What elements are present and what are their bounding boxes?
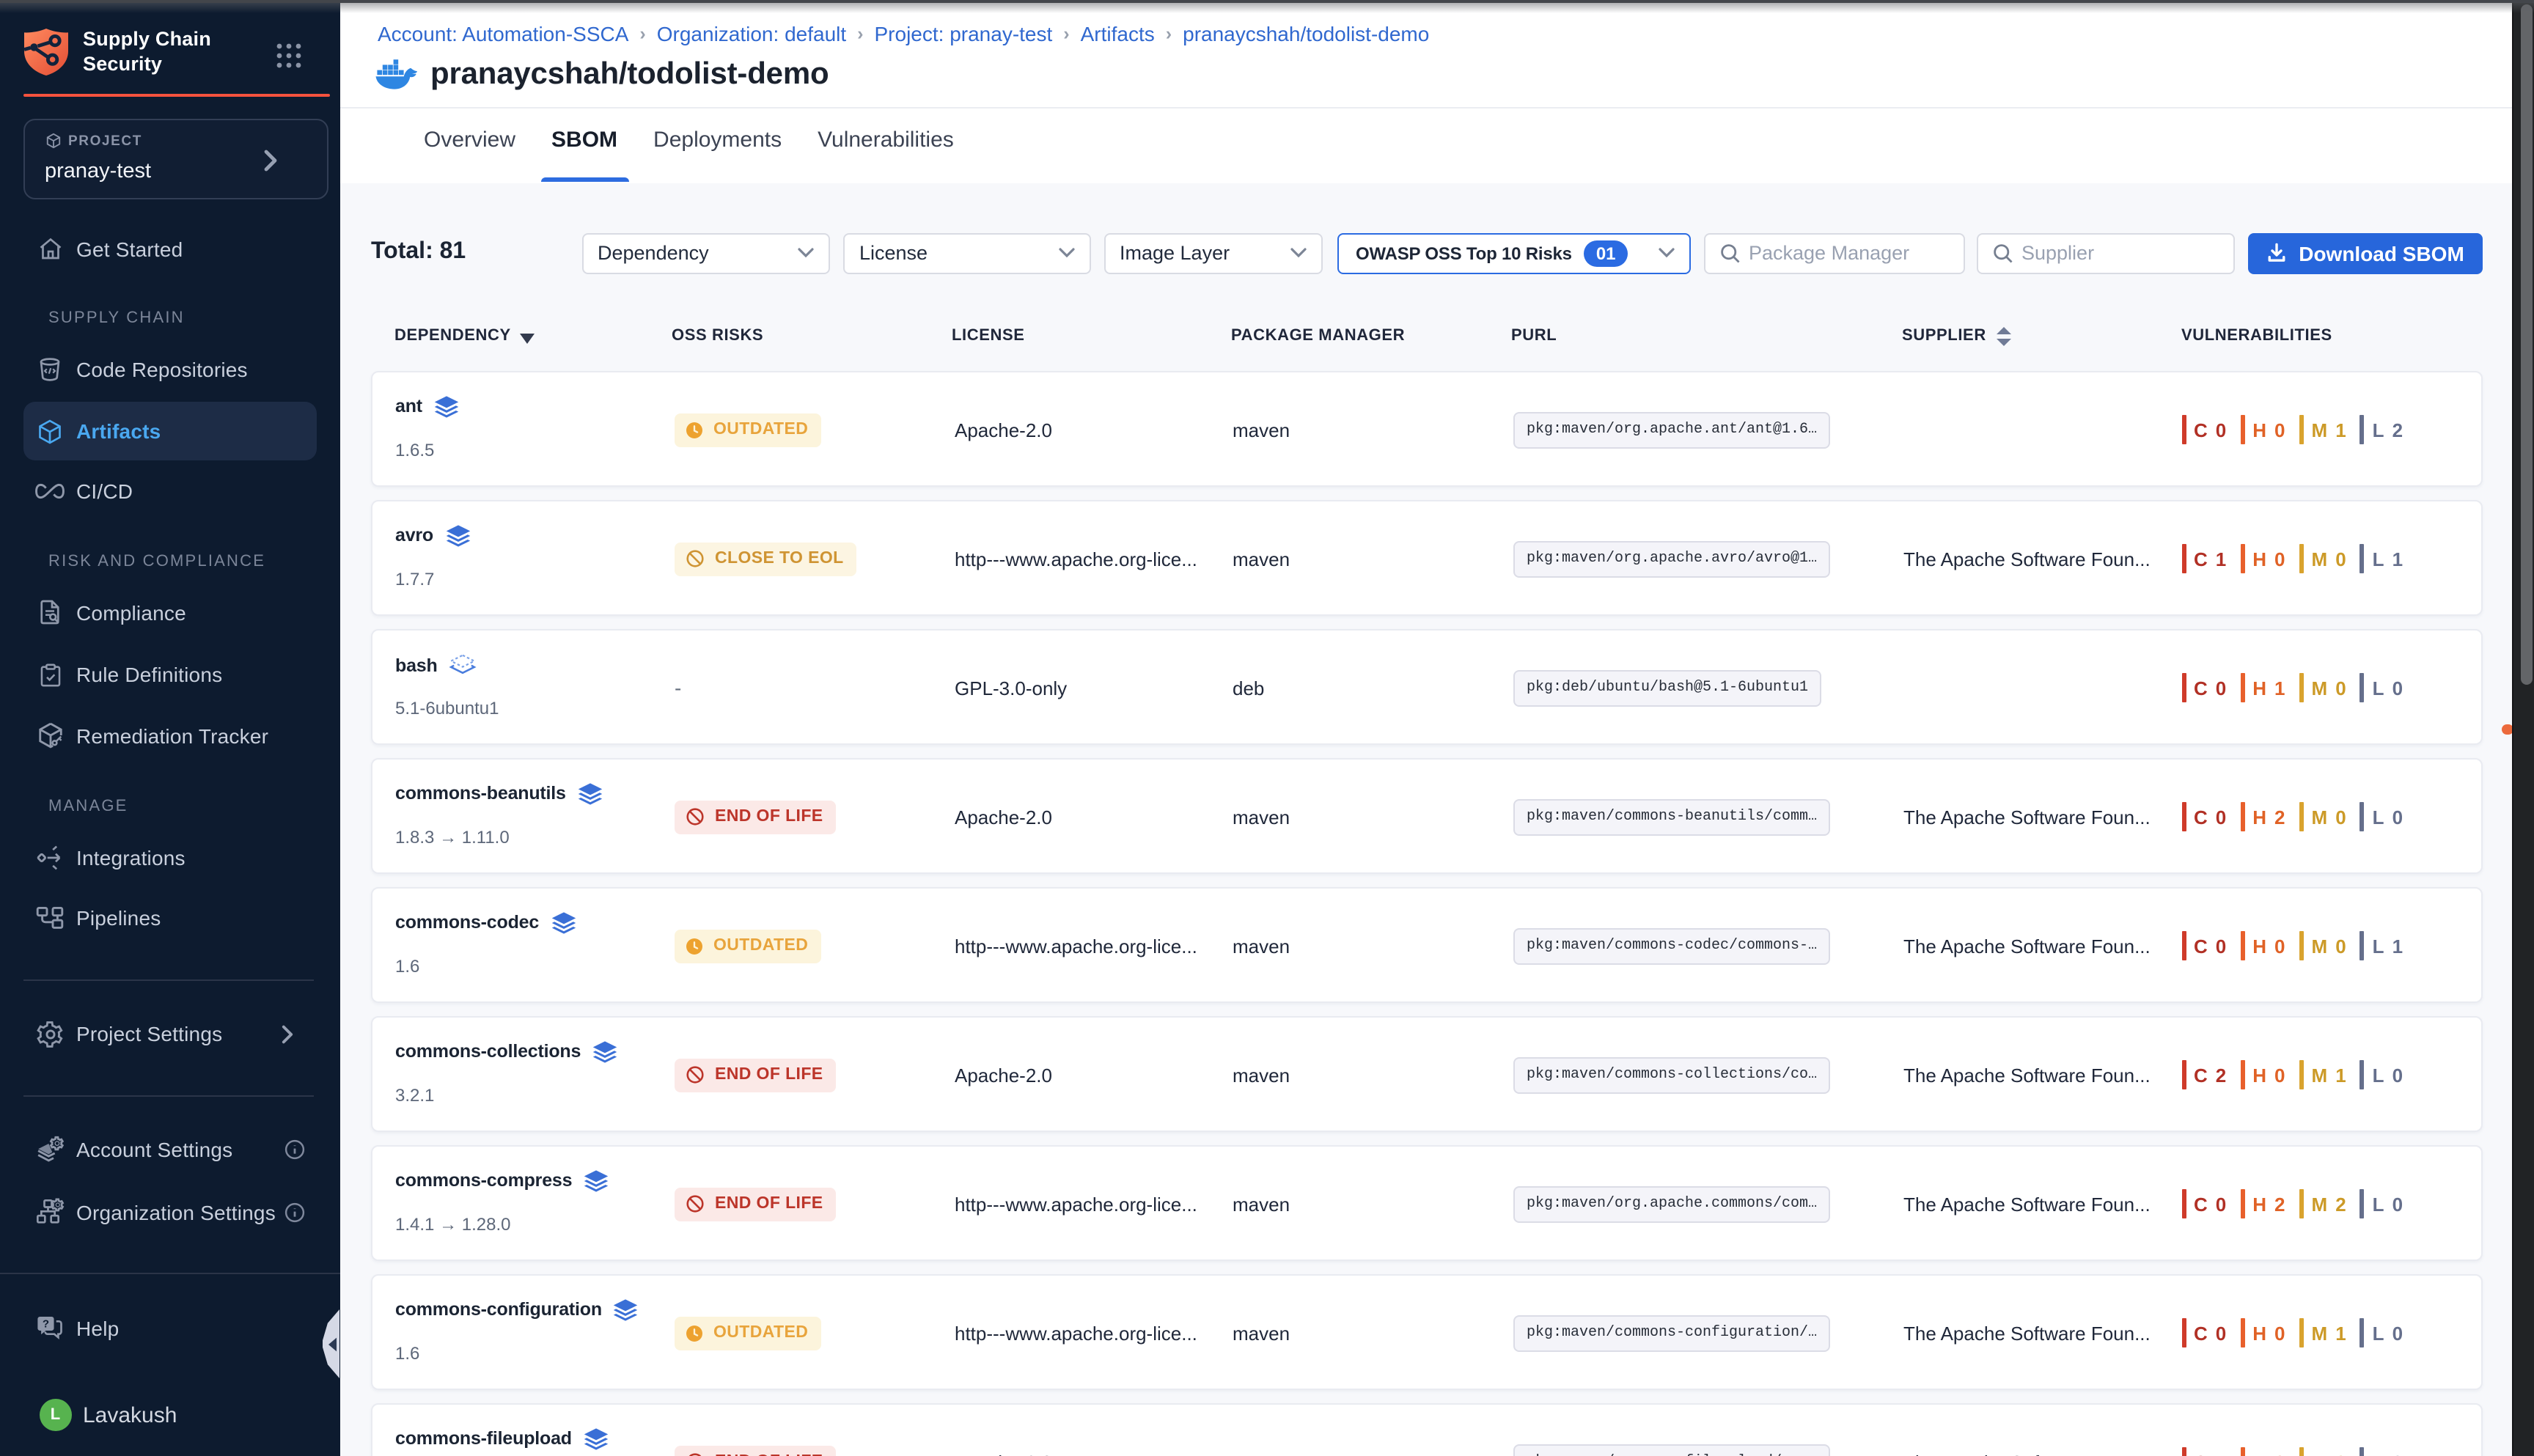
svg-text:?: ? <box>43 1317 49 1330</box>
